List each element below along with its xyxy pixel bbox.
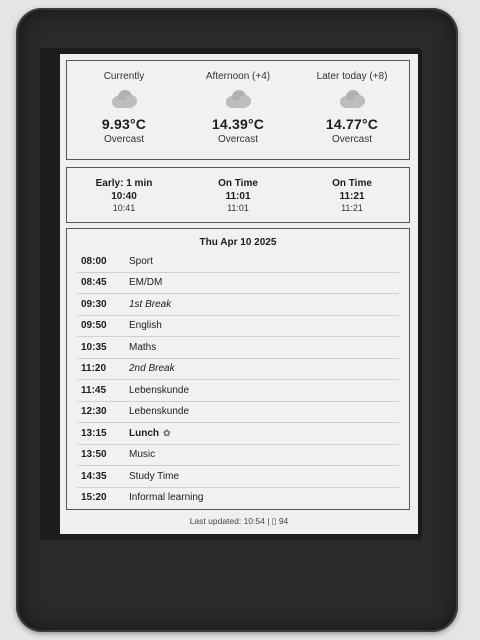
leaf-icon: ✿	[163, 427, 171, 438]
schedule-subject: 2nd Break	[129, 363, 175, 375]
train-scheduled-time: 11:01	[225, 191, 251, 202]
weather-label: Afternoon (+4)	[205, 71, 271, 82]
schedule-subject: Informal learning	[129, 492, 204, 504]
schedule-row: 11:45 Lebenskunde	[77, 380, 399, 402]
schedule-subject: 1st Break	[129, 298, 172, 310]
train-departure: Early: 1 min 10:40 10:41	[67, 168, 181, 222]
last-updated-footer: Last updated: 10:54 | ▯ 94	[189, 516, 289, 526]
schedule-time: 13:50	[81, 449, 107, 461]
schedule-subject: EM/DM	[129, 277, 163, 289]
weather-temp: 9.93°C	[101, 116, 147, 132]
cloud-icon	[224, 90, 252, 108]
schedule-subject: English	[129, 320, 162, 332]
train-status: On Time	[332, 178, 372, 189]
train-departure: On Time 11:01 11:01	[181, 168, 295, 222]
schedule-row: 08:45 EM/DM	[77, 273, 399, 294]
schedule-row: 12:30 Lebenskunde	[77, 402, 399, 423]
weather-now: Currently 9.93°C Overcast	[67, 61, 181, 159]
weather-condition: Overcast	[103, 134, 144, 145]
schedule-subject: Lunch	[129, 427, 159, 439]
schedule-date: Thu Apr 10 2025	[199, 237, 277, 248]
schedule-time: 15:20	[81, 492, 107, 504]
weather-later: Later today (+8) 14.77°C Overcast	[295, 61, 409, 159]
eink-screen: Currently 9.93°C Overcast Afternoon (+4)…	[60, 54, 418, 534]
weather-temp: 14.39°C	[211, 116, 265, 132]
weather-label: Currently	[103, 71, 145, 82]
train-actual-time: 11:01	[227, 203, 249, 213]
schedule-time: 12:30	[81, 406, 107, 418]
schedule-row: 09:50 English	[77, 316, 399, 337]
schedule-time: 11:45	[81, 384, 107, 396]
weather-afternoon: Afternoon (+4) 14.39°C Overcast	[181, 61, 295, 159]
schedule-row: 08:00 Sport	[77, 251, 399, 273]
schedule-subject: Study Time	[129, 470, 180, 482]
schedule-time: 10:35	[81, 341, 107, 353]
schedule-time: 09:50	[81, 320, 107, 332]
schedule-time: 13:15	[81, 427, 107, 439]
schedule-time: 08:45	[81, 277, 107, 289]
cloud-icon	[110, 90, 138, 108]
train-actual-time: 11:21	[341, 203, 363, 213]
train-actual-time: 10:41	[112, 203, 136, 213]
schedule-row: 13:15 Lunch ✿	[77, 423, 399, 445]
schedule-subject: Music	[129, 449, 156, 461]
schedule-subject: Maths	[129, 341, 157, 353]
schedule-row: 14:35 Study Time	[77, 466, 399, 488]
schedule-subject: Lebenskunde	[129, 384, 190, 396]
train-scheduled-time: 10:40	[111, 191, 137, 202]
train-departure: On Time 11:21 11:21	[295, 168, 409, 222]
schedule-row: 15:20 Informal learning	[77, 488, 399, 509]
schedule-subject: Lebenskunde	[129, 406, 190, 418]
cloud-icon	[338, 90, 366, 108]
weather-condition: Overcast	[217, 134, 258, 145]
train-status: On Time	[218, 178, 258, 189]
schedule-row: 13:50 Music	[77, 445, 399, 466]
weather-label: Later today (+8)	[316, 71, 388, 82]
schedule-row: 11:20 2nd Break	[77, 359, 399, 380]
train-scheduled-time: 11:21	[339, 191, 365, 202]
schedule-time: 11:20	[81, 363, 107, 375]
train-panel: Early: 1 min 10:40 10:41 On Time 11:01 1…	[66, 167, 410, 223]
schedule-time: 08:00	[81, 255, 107, 267]
schedule-row: 09:30 1st Break	[77, 294, 399, 316]
train-status: Early: 1 min	[95, 178, 153, 189]
schedule-time: 09:30	[81, 298, 107, 310]
schedule-time: 14:35	[81, 470, 107, 482]
schedule-row: 10:35 Maths	[77, 337, 399, 359]
weather-temp: 14.77°C	[325, 116, 379, 132]
weather-condition: Overcast	[331, 134, 372, 145]
schedule-panel: Thu Apr 10 2025 08:00 Sport 08:45 EM/DM 09…	[66, 228, 410, 510]
schedule-subject: Sport	[129, 255, 153, 267]
weather-panel: Currently 9.93°C Overcast Afternoon (+4)…	[66, 60, 410, 160]
schedule-list: 08:00 Sport 08:45 EM/DM 09:30 1st Break 09:…	[67, 251, 409, 508]
schedule-subject-wrap: Lunch ✿	[129, 428, 399, 439]
